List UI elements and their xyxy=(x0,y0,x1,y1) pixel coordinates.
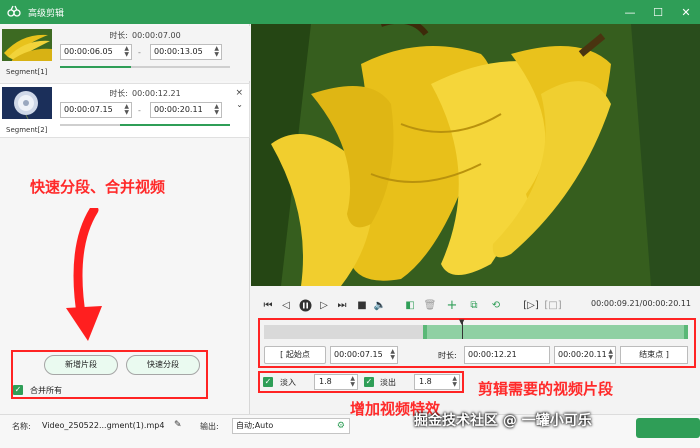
annotation-clip-segments: 剪辑需要的视频片段 xyxy=(478,380,614,398)
minimize-button[interactable]: — xyxy=(616,0,644,24)
quick-split-button[interactable]: 快速分段 xyxy=(126,355,200,375)
trim-duration-label: 时长: xyxy=(438,351,457,360)
set-end-button[interactable]: 结束点 ] xyxy=(620,346,688,364)
segment-start-input[interactable]: 00:00:07.15 ▲ ▼ xyxy=(60,102,132,118)
fade-in-label: 淡入 xyxy=(280,378,296,387)
end-time-input[interactable]: 00:00:20.11 ▲ ▼ xyxy=(554,346,616,364)
gear-icon[interactable]: ⚙ xyxy=(337,419,345,433)
segment-end-input[interactable]: 00:00:13.05 ▲ ▼ xyxy=(150,44,222,60)
step-forward-icon[interactable]: ▷ xyxy=(317,298,331,312)
segment-progress xyxy=(60,66,230,68)
segment-end-input[interactable]: 00:00:20.11 ▲ ▼ xyxy=(150,102,222,118)
segment-item[interactable]: Segment[1] 时长: 00:00:07.00 00:00:06.05 ▲ ▼ … xyxy=(0,26,250,81)
maximize-button[interactable]: ☐ xyxy=(644,0,672,24)
annotation-split-merge: 快速分段、合并视频 xyxy=(30,178,166,196)
start-time-input[interactable]: 00:00:07.15 ▲ ▼ xyxy=(330,346,398,364)
reset-icon[interactable]: ⟲ xyxy=(489,298,503,312)
confirm-button[interactable] xyxy=(636,418,700,438)
range-dash: - xyxy=(138,106,141,115)
watermark: 掘金技术社区 @ 一罐小可乐 xyxy=(414,413,592,429)
fade-in-input[interactable]: 1.8 ▲ ▼ xyxy=(314,374,358,390)
copy-icon[interactable]: ⧉ xyxy=(467,298,481,312)
app-logo-icon xyxy=(6,4,22,20)
set-start-button[interactable]: [ 起始点 xyxy=(264,346,326,364)
annotation-arrow-icon xyxy=(66,208,102,341)
fade-out-checkbox[interactable]: ✓ xyxy=(364,377,374,387)
fade-out-input[interactable]: 1.8 ▲ ▼ xyxy=(414,374,460,390)
video-preview[interactable] xyxy=(251,24,700,286)
segment-duration: 时长: 00:00:07.00 xyxy=(109,31,181,40)
segment-thumbnail xyxy=(2,29,52,61)
title-bar: 高级剪辑 — ☐ ✕ xyxy=(0,0,700,24)
bottom-bar: 名称: Video_250522...gment(1).mp4 ✎ 输出: 自动… xyxy=(0,414,700,448)
segment-start-input[interactable]: 00:00:06.05 ▲ ▼ xyxy=(60,44,132,60)
segment-progress xyxy=(60,124,230,126)
add-segment-button[interactable]: 新增片段 xyxy=(44,355,118,375)
segment-thumbnail xyxy=(2,87,52,119)
step-back-icon[interactable]: ◁ xyxy=(279,298,293,312)
mark-out-icon[interactable]: [□] xyxy=(544,298,561,312)
close-window-button[interactable]: ✕ xyxy=(672,0,700,24)
trim-timeline[interactable] xyxy=(264,325,688,339)
split-icon[interactable]: ◧ xyxy=(403,298,417,312)
skip-to-end-icon[interactable]: ⏭ xyxy=(335,298,349,312)
output-label: 输出: xyxy=(200,422,219,431)
playhead-marker-icon[interactable]: ▼ xyxy=(459,318,464,326)
duration-input[interactable]: 00:00:12.21 xyxy=(464,346,550,364)
delete-segment-icon[interactable]: × xyxy=(235,88,243,98)
window-title: 高级剪辑 xyxy=(28,8,65,19)
output-select[interactable]: 自动;Auto ⚙ xyxy=(232,418,350,434)
name-label: 名称: xyxy=(12,422,31,431)
segment-label: Segment[1] xyxy=(6,68,48,76)
skip-to-start-icon[interactable]: ⏮ xyxy=(261,298,275,312)
fade-out-label: 淡出 xyxy=(380,378,396,387)
segment-duration: 时长: 00:00:12.21 xyxy=(109,89,181,98)
fade-in-checkbox[interactable]: ✓ xyxy=(263,377,273,387)
volume-icon[interactable]: 🔈 xyxy=(373,298,387,312)
file-name: Video_250522...gment(1).mp4 xyxy=(42,421,165,430)
segment-label: Segment[2] xyxy=(6,126,48,134)
merge-all-label: 合并所有 xyxy=(30,386,62,395)
collapse-segment-icon[interactable]: ⌄ xyxy=(236,100,243,109)
merge-all-checkbox[interactable]: ✓ xyxy=(13,385,23,395)
play-pause-icon[interactable] xyxy=(297,298,313,312)
delete-icon[interactable]: 🗑 xyxy=(423,298,437,312)
edit-pencil-icon[interactable]: ✎ xyxy=(174,420,182,430)
segment-item[interactable]: Segment[2] 时长: 00:00:12.21 00:00:07.15 ▲ ▼ … xyxy=(0,83,250,138)
mark-in-icon[interactable]: [▷] xyxy=(523,298,539,312)
time-readout: 00:00:09.21/00:00:20.11 xyxy=(591,299,691,308)
add-icon[interactable]: + xyxy=(445,298,459,313)
stop-icon[interactable]: ■ xyxy=(355,298,369,312)
range-dash: - xyxy=(138,48,141,57)
